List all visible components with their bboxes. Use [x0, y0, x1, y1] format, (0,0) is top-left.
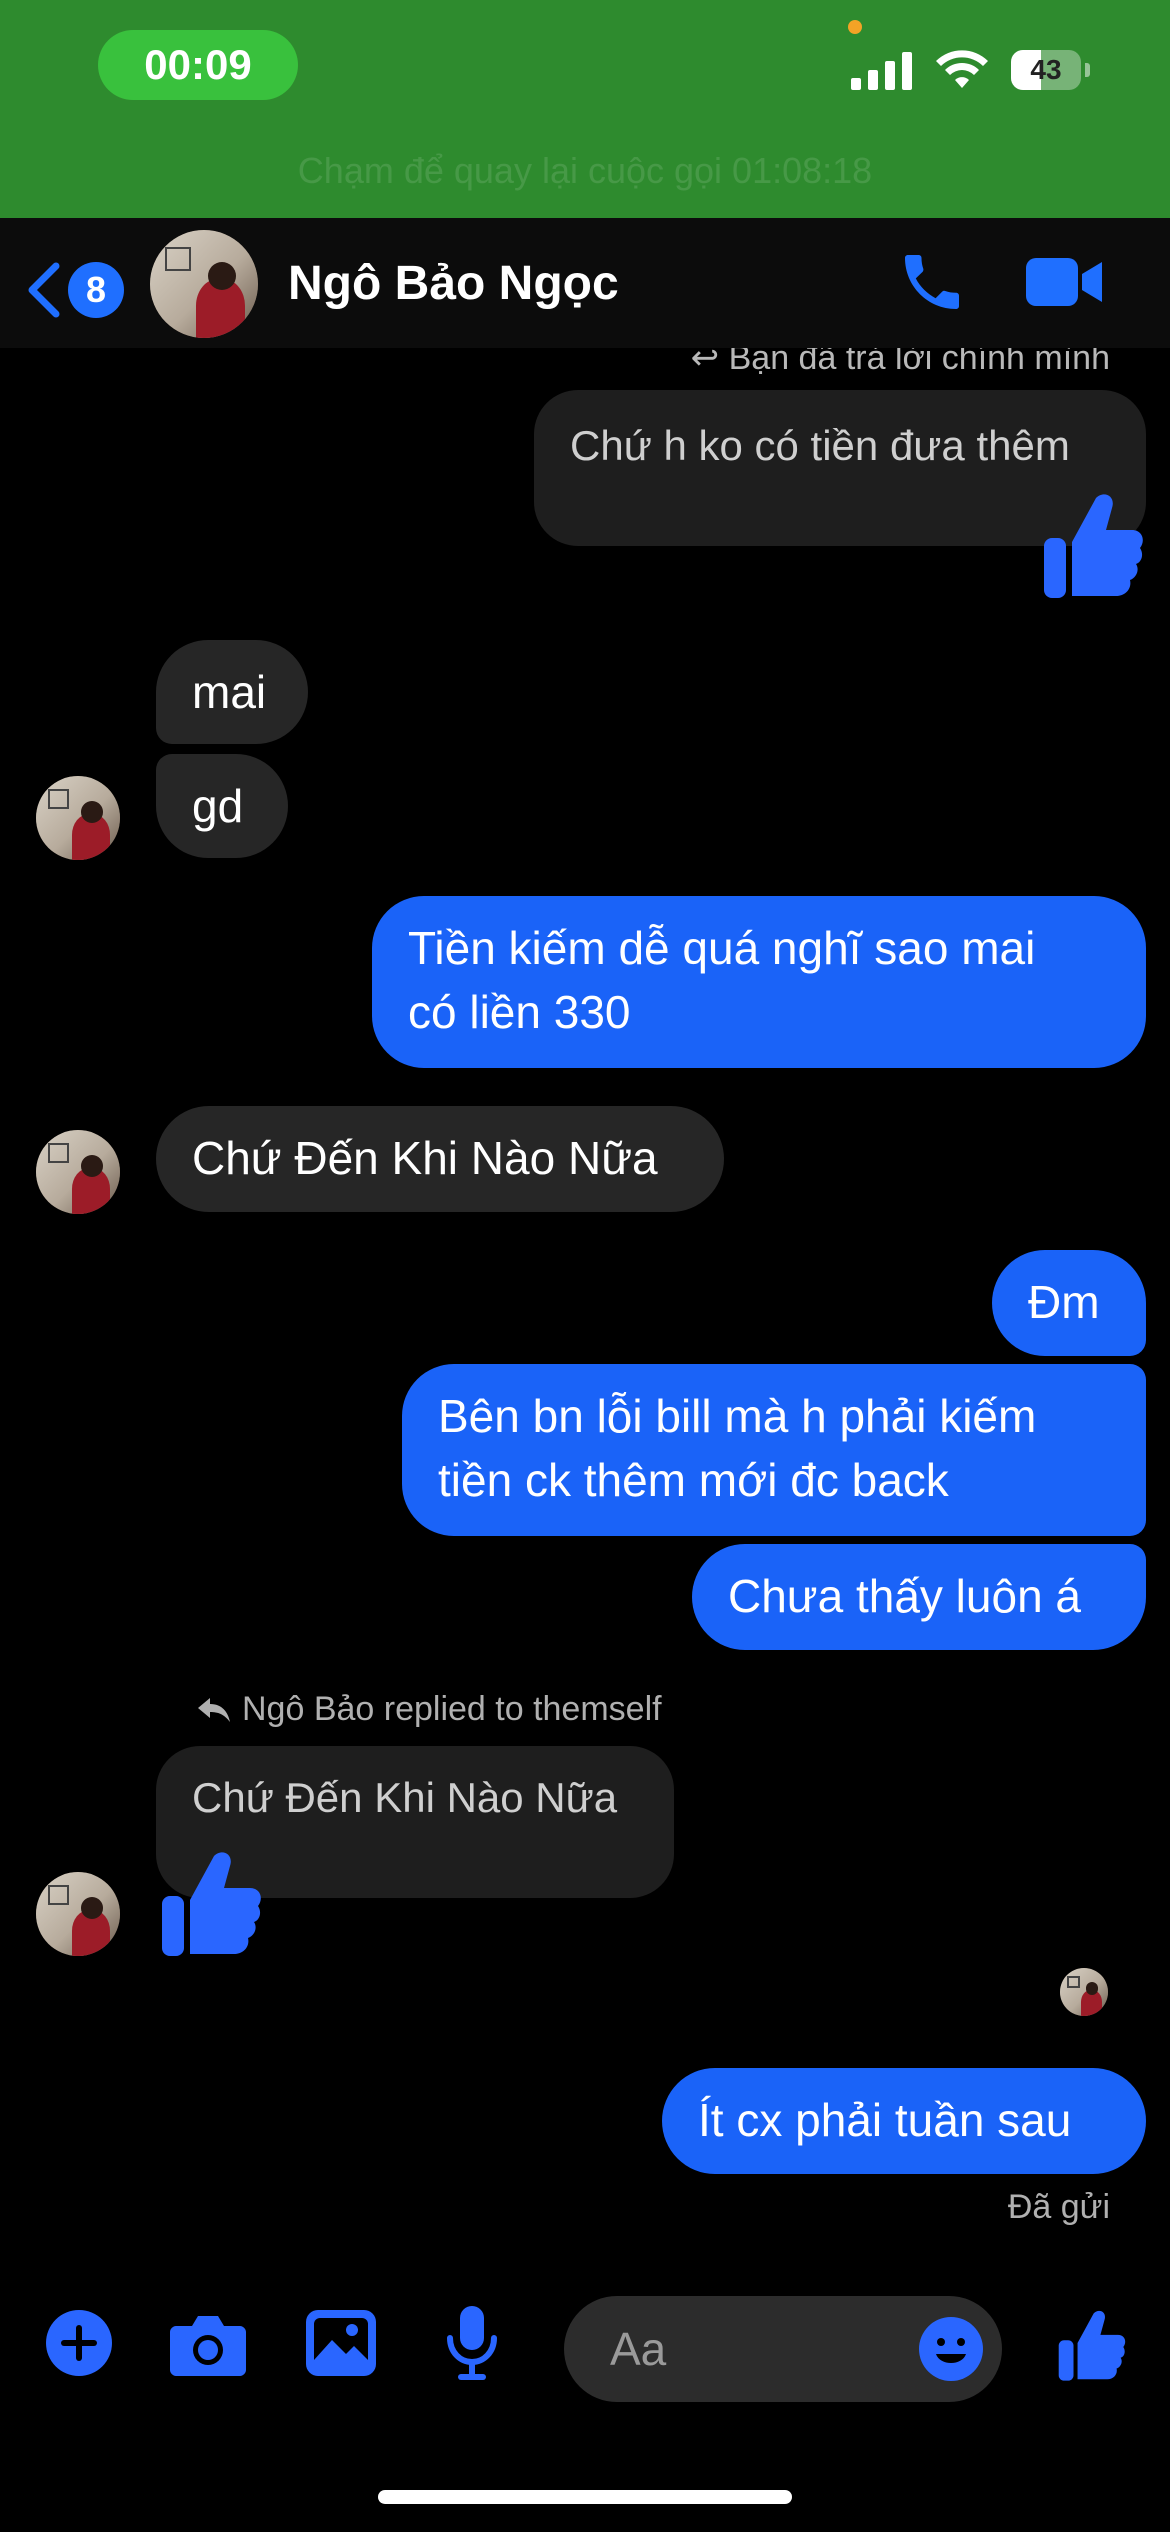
- thumbs-up-icon[interactable]: [158, 1848, 262, 1958]
- seen-receipt-avatar: [1060, 1968, 1108, 2016]
- message-bubble-sent[interactable]: Đm: [992, 1250, 1146, 1356]
- battery-tip: [1085, 63, 1090, 77]
- wifi-icon: [936, 50, 988, 88]
- sent-status: Đã gửi: [1007, 2188, 1110, 2226]
- camera-icon[interactable]: [170, 2312, 246, 2376]
- message-text: Chưa thấy luôn á: [728, 1570, 1082, 1622]
- message-text: mai: [192, 666, 267, 718]
- message-input-placeholder: Aa: [610, 2323, 667, 2375]
- message-text: gd: [192, 780, 244, 832]
- message-bubble-received[interactable]: mai: [156, 640, 308, 744]
- message-bubble-sent[interactable]: Chưa thấy luôn á: [692, 1544, 1146, 1650]
- back-chevron-icon: [28, 262, 60, 318]
- thumbs-up-icon[interactable]: [1056, 2308, 1126, 2382]
- message-text: Chứ Đến Khi Nào Nữa: [192, 1774, 618, 1821]
- message-text-line: có liền 330: [408, 986, 631, 1038]
- message-text: Đm: [1028, 1276, 1100, 1328]
- sender-avatar[interactable]: [36, 1872, 120, 1956]
- message-composer: Aa: [0, 2268, 1170, 2428]
- home-indicator[interactable]: [378, 2490, 792, 2504]
- contact-name[interactable]: Ngô Bảo Ngọc: [288, 256, 619, 311]
- battery-indicator: 43: [1011, 50, 1081, 90]
- message-bubble-sent[interactable]: Ít cx phải tuần sau: [662, 2068, 1146, 2174]
- message-bubble-received[interactable]: gd: [156, 754, 288, 858]
- message-bubble-received[interactable]: Chứ Đến Khi Nào Nữa: [156, 1106, 724, 1212]
- message-text-line: Tiền kiếm dễ quá nghĩ sao mai: [408, 922, 1036, 974]
- contact-avatar[interactable]: [150, 230, 258, 338]
- plus-icon[interactable]: [44, 2308, 114, 2378]
- reply-label-text: Ngô Bảo replied to themself: [242, 1690, 662, 1728]
- phone-icon[interactable]: [896, 246, 968, 318]
- status-bar: 00:09 43 Chạm để quay lại cuộc gọi 01:08…: [0, 0, 1170, 218]
- message-text: Chứ h ko có tiền đưa thêm: [570, 422, 1070, 469]
- battery-level: 43: [1030, 54, 1062, 85]
- message-bubble-sent[interactable]: Bên bn lỗi bill mà h phải kiếm tiền ck t…: [402, 1364, 1146, 1536]
- reply-arrow-icon: [198, 1697, 230, 1722]
- conversation-header: 8 Ngô Bảo Ngọc: [0, 218, 1170, 348]
- sender-avatar[interactable]: [36, 776, 120, 860]
- status-icons: 43: [851, 50, 1090, 90]
- status-time[interactable]: 00:09: [98, 30, 298, 100]
- message-bubble-sent[interactable]: Tiền kiếm dễ quá nghĩ sao mai có liền 33…: [372, 896, 1146, 1068]
- message-text-line: tiền ck thêm mới đc back: [438, 1454, 949, 1506]
- sender-avatar[interactable]: [36, 1130, 120, 1214]
- message-text-line: Bên bn lỗi bill mà h phải kiếm: [438, 1390, 1037, 1442]
- message-text: Ít cx phải tuần sau: [698, 2094, 1072, 2146]
- video-camera-icon[interactable]: [1024, 254, 1104, 310]
- message-input[interactable]: Aa: [564, 2296, 1002, 2402]
- gallery-icon[interactable]: [306, 2310, 376, 2376]
- privacy-indicator-dot: [848, 20, 862, 34]
- cellular-signal-icon: [851, 52, 912, 90]
- message-text: Chứ Đến Khi Nào Nữa: [192, 1132, 658, 1184]
- microphone-icon[interactable]: [444, 2306, 500, 2382]
- unread-count-badge: 8: [68, 262, 124, 318]
- emoji-icon[interactable]: [918, 2316, 984, 2382]
- reply-context-label: Ngô Bảo replied to themself: [196, 1690, 662, 1729]
- ongoing-call-banner[interactable]: Chạm để quay lại cuộc gọi 01:08:18: [0, 150, 1170, 192]
- thumbs-up-icon[interactable]: [1040, 490, 1144, 600]
- back-button[interactable]: 8: [24, 260, 124, 320]
